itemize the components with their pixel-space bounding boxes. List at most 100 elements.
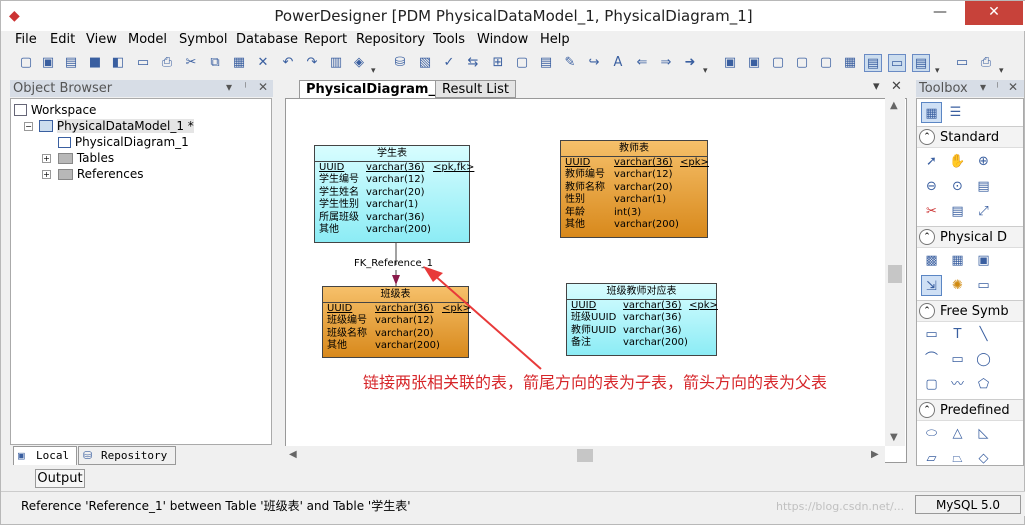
menu-help[interactable]: Help bbox=[540, 32, 570, 47]
dropdown-icon[interactable]: ▾ bbox=[226, 80, 232, 94]
menu-model[interactable]: Model bbox=[128, 32, 167, 47]
pin-icon[interactable]: ᛌ bbox=[242, 80, 249, 94]
close-panel-icon[interactable]: ✕ bbox=[258, 80, 268, 94]
procedure-icon[interactable]: ✺ bbox=[947, 275, 968, 296]
tables-node[interactable]: Tables bbox=[58, 151, 114, 165]
zoom-icon[interactable]: ⊕ bbox=[973, 151, 994, 172]
preview-icon[interactable]: ▭ bbox=[953, 54, 971, 72]
zoom-out-icon[interactable]: ⊖ bbox=[921, 176, 942, 197]
horizontal-scrollbar[interactable]: ◀ ▶ bbox=[285, 446, 885, 464]
fit-icon[interactable]: ▢ bbox=[817, 54, 835, 72]
cut-icon[interactable]: ✂ bbox=[182, 54, 200, 72]
save-all-icon[interactable]: ◧ bbox=[109, 54, 127, 72]
close-panel-icon[interactable]: ✕ bbox=[1008, 80, 1018, 94]
dropdown-icon[interactable]: ▾ bbox=[873, 79, 880, 94]
toolbar-overflow-icon[interactable]: ▾ bbox=[999, 66, 1004, 76]
menu-file[interactable]: File bbox=[15, 32, 37, 47]
collapse-icon[interactable]: − bbox=[24, 122, 33, 131]
reference-icon[interactable]: ⇲ bbox=[921, 275, 942, 296]
zoom-in-icon[interactable]: ▣ bbox=[721, 54, 739, 72]
triangle-icon[interactable]: △ bbox=[947, 423, 968, 444]
redo-icon[interactable]: ↷ bbox=[303, 54, 321, 72]
copy-icon[interactable]: ⧉ bbox=[206, 54, 224, 72]
impact-analysis-icon[interactable]: ▢ bbox=[513, 54, 531, 72]
toolbox-section-physical[interactable]: ⌃ Physical D bbox=[917, 226, 1023, 248]
rounded-rect-icon[interactable]: ▢ bbox=[921, 374, 942, 395]
menu-symbol[interactable]: Symbol bbox=[179, 32, 227, 47]
format-painter-icon[interactable]: ↪ bbox=[585, 54, 603, 72]
object-browser-tree[interactable]: Workspace − PhysicalDataModel_1 * Physic… bbox=[10, 98, 272, 445]
toolbox-section-standard[interactable]: ⌃ Standard bbox=[917, 126, 1023, 148]
file-icon[interactable]: ▭ bbox=[973, 275, 994, 296]
grid-icon[interactable]: ▦ bbox=[841, 54, 859, 72]
link-icon[interactable]: ⤢ bbox=[973, 201, 994, 222]
table-icon[interactable]: ▦ bbox=[947, 250, 968, 271]
reverse-engineer-icon[interactable]: ▧ bbox=[416, 54, 434, 72]
output-tab[interactable]: Output bbox=[35, 469, 85, 488]
toolbox-section-predefined[interactable]: ⌃ Predefined bbox=[917, 399, 1023, 421]
table-student[interactable]: 学生表 UUID varchar(36) <pk,fk> 学生编号 varchar(1… bbox=[314, 145, 474, 243]
forward-icon[interactable]: ➜ bbox=[681, 54, 699, 72]
menu-tools[interactable]: Tools bbox=[433, 32, 465, 47]
list-report-icon[interactable]: ▤ bbox=[537, 54, 555, 72]
scroll-right-icon[interactable]: ▶ bbox=[871, 449, 879, 460]
view-all-icon[interactable]: ▢ bbox=[793, 54, 811, 72]
expand-icon[interactable]: + bbox=[42, 170, 51, 179]
expand-icon[interactable]: + bbox=[42, 154, 51, 163]
table-teacher[interactable]: 教师表 UUID varchar(36) <pk> 教师编号 varchar(12) … bbox=[560, 140, 709, 238]
paste-icon[interactable]: ▦ bbox=[230, 54, 248, 72]
parallelogram-icon[interactable]: ▱ bbox=[921, 448, 942, 465]
pin-icon[interactable]: ᛌ bbox=[994, 80, 1001, 94]
merge-icon[interactable]: ⊞ bbox=[489, 54, 507, 72]
collapse-section-icon[interactable]: ⌃ bbox=[919, 402, 935, 418]
scroll-up-icon[interactable]: ▲ bbox=[890, 100, 898, 111]
dropdown-icon[interactable]: ▾ bbox=[980, 80, 986, 94]
vertical-scrollbar[interactable]: ▲ ▼ bbox=[885, 98, 905, 446]
scroll-down-icon[interactable]: ▼ bbox=[890, 432, 898, 443]
scroll-thumb[interactable] bbox=[888, 265, 902, 283]
view-icon[interactable]: ▣ bbox=[973, 250, 994, 271]
note-icon[interactable]: ▤ bbox=[947, 201, 968, 222]
list-view-icon[interactable]: ☰ bbox=[945, 102, 966, 123]
delete-icon[interactable]: ✕ bbox=[254, 54, 272, 72]
print-preview-icon[interactable]: ▭ bbox=[134, 54, 152, 72]
minimize-button[interactable]: — bbox=[923, 1, 957, 25]
menu-edit[interactable]: Edit bbox=[50, 32, 75, 47]
table-class[interactable]: 班级表 UUID varchar(36) <pk> 班级编号 varchar(12) … bbox=[322, 286, 471, 358]
pen-icon[interactable]: ✎ bbox=[561, 54, 579, 72]
pointer-icon[interactable]: ➚ bbox=[921, 151, 942, 172]
rectangle-icon[interactable]: ▭ bbox=[947, 349, 968, 370]
diamond-icon[interactable]: ◇ bbox=[973, 448, 994, 465]
menu-view[interactable]: View bbox=[86, 32, 117, 47]
collapse-section-icon[interactable]: ⌃ bbox=[919, 229, 935, 245]
toolbar-overflow-icon[interactable]: ▾ bbox=[703, 66, 708, 76]
save-icon[interactable]: ■ bbox=[86, 54, 104, 72]
model-node[interactable]: PhysicalDataModel_1 * bbox=[39, 119, 194, 133]
open-package-icon[interactable]: ⊙ bbox=[947, 176, 968, 197]
properties-icon[interactable]: ▥ bbox=[327, 54, 345, 72]
text-icon[interactable]: T bbox=[947, 324, 968, 345]
polyline-icon[interactable]: 〰 bbox=[947, 374, 968, 395]
tab-result-list[interactable]: Result List bbox=[435, 80, 517, 98]
new-icon[interactable]: ▢ bbox=[17, 54, 35, 72]
ellipse-icon[interactable]: ◯ bbox=[973, 349, 994, 370]
menu-repository[interactable]: Repository bbox=[356, 32, 425, 47]
title-icon[interactable]: ▭ bbox=[921, 324, 942, 345]
text-icon[interactable]: A bbox=[609, 54, 627, 72]
close-window-button[interactable]: ✕ bbox=[965, 1, 1023, 25]
workspace-node[interactable]: Workspace bbox=[14, 103, 96, 117]
generate-database-icon[interactable]: ⛁ bbox=[391, 54, 409, 72]
reference-label[interactable]: FK_Reference_1 bbox=[354, 258, 433, 269]
result-list-toggle-icon[interactable]: ▤ bbox=[912, 54, 930, 72]
tab-physical-diagram[interactable]: PhysicalDiagram_1 bbox=[299, 80, 451, 98]
view-page-icon[interactable]: ▢ bbox=[769, 54, 787, 72]
collapse-section-icon[interactable]: ⌃ bbox=[919, 129, 935, 145]
arc-icon[interactable]: ⌒ bbox=[921, 349, 942, 370]
delete-icon[interactable]: ✂ bbox=[921, 201, 942, 222]
diagram-node[interactable]: PhysicalDiagram_1 bbox=[58, 135, 189, 149]
arrow-right-icon[interactable]: ⇒ bbox=[657, 54, 675, 72]
print-icon[interactable]: ⎙ bbox=[158, 54, 176, 72]
table-class-teacher[interactable]: 班级教师对应表 UUID varchar(36) <pk> 班级UUID varcha… bbox=[566, 283, 718, 356]
new-model-icon[interactable]: ▣ bbox=[39, 54, 57, 72]
check-model-icon[interactable]: ✓ bbox=[440, 54, 458, 72]
